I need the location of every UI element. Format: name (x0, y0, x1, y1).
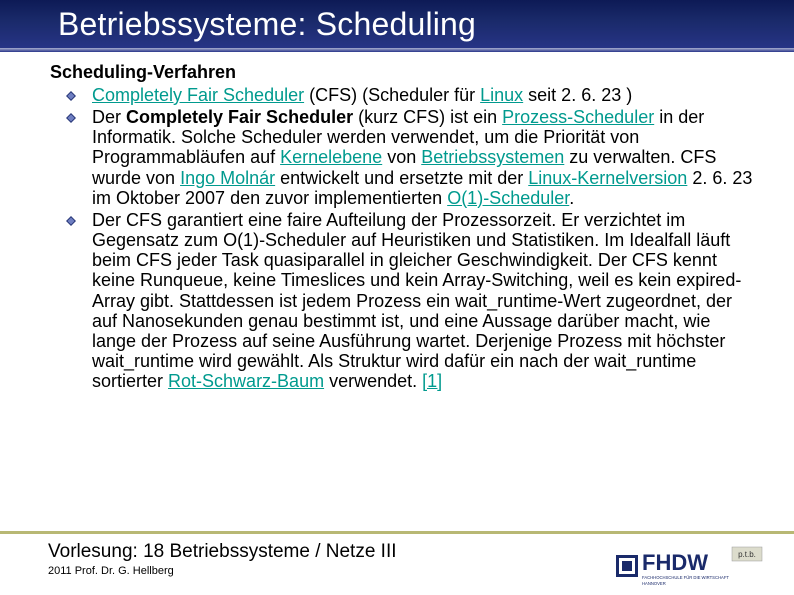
text-run: Der (92, 107, 126, 127)
text-run: verwendet. (324, 371, 422, 391)
title-bar: Betriebssysteme: Scheduling (0, 0, 794, 52)
link-betriebssystemen[interactable]: Betriebssystemen (421, 147, 564, 167)
list-item: Der CFS garantiert eine faire Aufteilung… (50, 210, 758, 391)
fhdw-logo: FHDW p.t.b. FACHHOCHSCHULE FÜR DIE WIRTS… (616, 537, 766, 587)
lecture-label: Vorlesung: (48, 541, 138, 562)
link-ingo-molnar[interactable]: Ingo Molnár (180, 168, 275, 188)
text-run: entwickelt und ersetzte mit der (275, 168, 528, 188)
copyright: 2011 Prof. Dr. G. Hellberg (48, 565, 397, 577)
text-run: (CFS) (Scheduler für (304, 85, 480, 105)
footer-text: Vorlesung: 18 Betriebssysteme / Netze II… (48, 541, 397, 577)
logo-sub1: FACHHOCHSCHULE FÜR DIE WIRTSCHAFT (642, 575, 729, 580)
footer-divider (0, 531, 794, 534)
bold-text: Completely Fair Scheduler (126, 107, 353, 127)
bullet-list: Completely Fair Scheduler (CFS) (Schedul… (50, 85, 758, 391)
slide-title: Betriebssysteme: Scheduling (0, 0, 794, 43)
text-run: . (569, 188, 574, 208)
list-item: Der Completely Fair Scheduler (kurz CFS)… (50, 107, 758, 208)
footer: Vorlesung: 18 Betriebssysteme / Netze II… (0, 531, 794, 595)
text-run: Der CFS garantiert eine faire Aufteilung… (92, 210, 741, 391)
diamond-bullet-icon (66, 91, 76, 101)
text-run: von (382, 147, 421, 167)
link-linux-kernelversion[interactable]: Linux-Kernelversion (528, 168, 687, 188)
list-item: Completely Fair Scheduler (CFS) (Schedul… (50, 85, 758, 105)
link-citation-1[interactable]: [1] (422, 371, 442, 391)
section-heading: Scheduling-Verfahren (50, 62, 758, 83)
logo-tag: p.t.b. (738, 550, 756, 559)
logo-sub2: HANNOVER (642, 581, 666, 586)
diamond-bullet-icon (66, 113, 76, 123)
lecture-line: Vorlesung: 18 Betriebssysteme / Netze II… (48, 541, 397, 563)
link-linux[interactable]: Linux (480, 85, 523, 105)
link-cfs[interactable]: Completely Fair Scheduler (92, 85, 304, 105)
diamond-bullet-icon (66, 216, 76, 226)
logo-main-text: FHDW (642, 550, 708, 575)
lecture-value: 18 Betriebssysteme / Netze III (138, 541, 397, 562)
text-run: (kurz CFS) ist ein (353, 107, 502, 127)
link-process-scheduler[interactable]: Prozess-Scheduler (502, 107, 654, 127)
text-run: seit 2. 6. 23 ) (523, 85, 632, 105)
content-area: Scheduling-Verfahren Completely Fair Sch… (0, 52, 794, 391)
link-rot-schwarz-baum[interactable]: Rot-Schwarz-Baum (168, 371, 324, 391)
link-kernelebene[interactable]: Kernelebene (280, 147, 382, 167)
link-o1-scheduler[interactable]: O(1)-Scheduler (447, 188, 569, 208)
